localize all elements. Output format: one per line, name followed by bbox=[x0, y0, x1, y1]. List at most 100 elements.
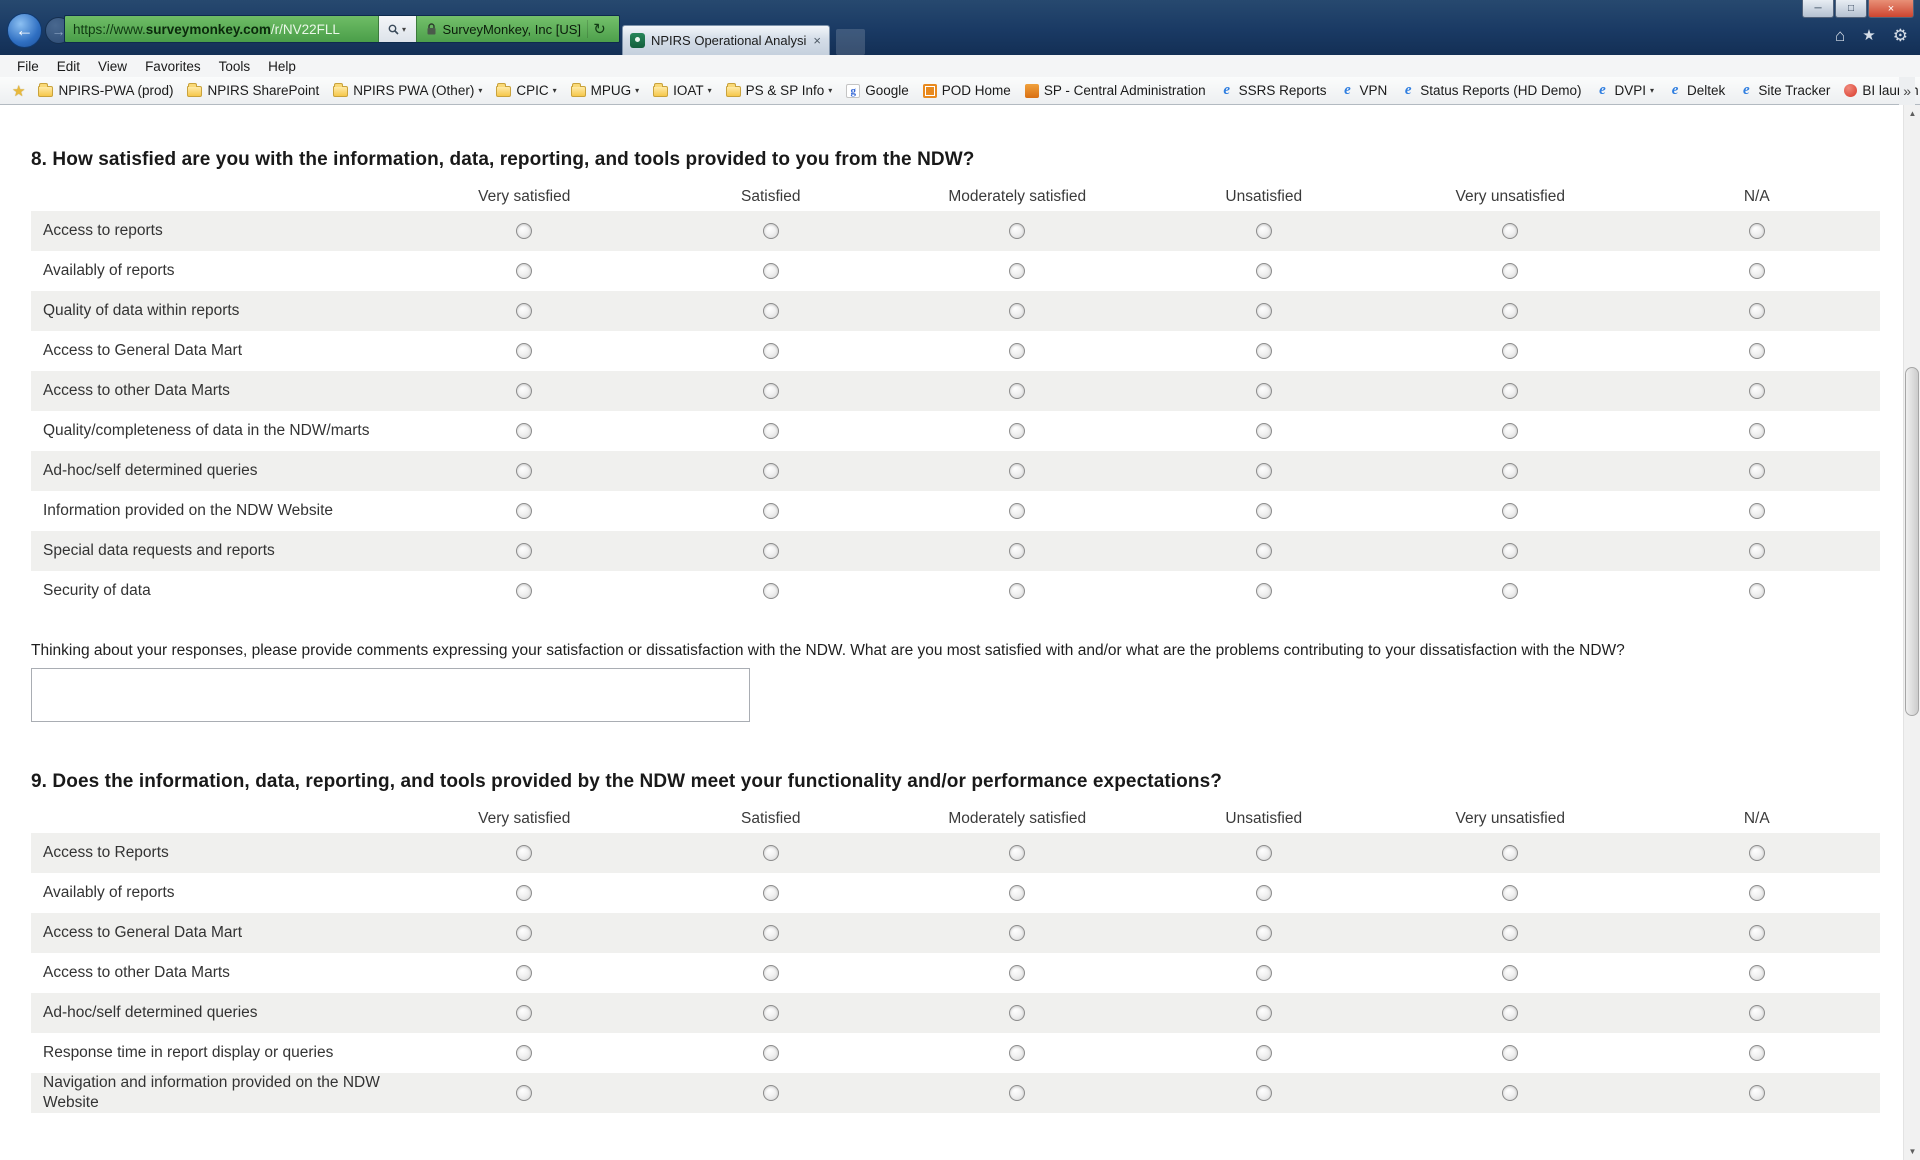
favorites-star-icon[interactable]: ★ bbox=[1862, 28, 1875, 43]
radio-button[interactable] bbox=[516, 583, 532, 599]
radio-button[interactable] bbox=[763, 263, 779, 279]
radio-button[interactable] bbox=[1009, 925, 1025, 941]
radio-button[interactable] bbox=[516, 383, 532, 399]
radio-button[interactable] bbox=[1009, 1045, 1025, 1061]
radio-button[interactable] bbox=[1502, 1085, 1518, 1101]
radio-button[interactable] bbox=[1749, 303, 1765, 319]
radio-button[interactable] bbox=[516, 263, 532, 279]
radio-button[interactable] bbox=[1749, 263, 1765, 279]
address-search-button[interactable]: ▾ bbox=[378, 16, 416, 42]
radio-button[interactable] bbox=[516, 925, 532, 941]
radio-button[interactable] bbox=[1502, 503, 1518, 519]
radio-button[interactable] bbox=[1256, 223, 1272, 239]
radio-button[interactable] bbox=[1502, 543, 1518, 559]
radio-button[interactable] bbox=[1009, 1005, 1025, 1021]
radio-button[interactable] bbox=[1502, 263, 1518, 279]
radio-button[interactable] bbox=[1256, 543, 1272, 559]
radio-button[interactable] bbox=[1749, 503, 1765, 519]
radio-button[interactable] bbox=[1749, 463, 1765, 479]
radio-button[interactable] bbox=[1502, 583, 1518, 599]
favorites-item[interactable]: SP - Central Administration bbox=[1018, 77, 1213, 104]
comment-textarea[interactable] bbox=[31, 668, 750, 722]
address-bar[interactable]: https://www.surveymonkey.com/r/NV22FLL ▾… bbox=[64, 15, 620, 43]
radio-button[interactable] bbox=[1256, 845, 1272, 861]
favorites-item[interactable]: eSSRS Reports bbox=[1213, 77, 1334, 104]
menu-view[interactable]: View bbox=[89, 59, 136, 74]
radio-button[interactable] bbox=[1749, 845, 1765, 861]
favorites-item[interactable]: eDVPI▾ bbox=[1589, 77, 1662, 104]
radio-button[interactable] bbox=[1502, 423, 1518, 439]
menu-edit[interactable]: Edit bbox=[48, 59, 89, 74]
back-button[interactable]: ← bbox=[7, 13, 42, 48]
radio-button[interactable] bbox=[1749, 423, 1765, 439]
radio-button[interactable] bbox=[1256, 463, 1272, 479]
radio-button[interactable] bbox=[1009, 583, 1025, 599]
radio-button[interactable] bbox=[1256, 343, 1272, 359]
radio-button[interactable] bbox=[763, 583, 779, 599]
radio-button[interactable] bbox=[1256, 885, 1272, 901]
radio-button[interactable] bbox=[516, 503, 532, 519]
radio-button[interactable] bbox=[1749, 383, 1765, 399]
vertical-scrollbar[interactable]: ▲ ▼ bbox=[1903, 105, 1920, 1160]
radio-button[interactable] bbox=[1256, 583, 1272, 599]
radio-button[interactable] bbox=[1256, 263, 1272, 279]
radio-button[interactable] bbox=[763, 383, 779, 399]
radio-button[interactable] bbox=[1009, 885, 1025, 901]
radio-button[interactable] bbox=[763, 503, 779, 519]
radio-button[interactable] bbox=[1749, 965, 1765, 981]
radio-button[interactable] bbox=[516, 845, 532, 861]
radio-button[interactable] bbox=[1749, 543, 1765, 559]
radio-button[interactable] bbox=[1502, 303, 1518, 319]
favorites-item[interactable]: eSite Tracker bbox=[1732, 77, 1837, 104]
radio-button[interactable] bbox=[1009, 1085, 1025, 1101]
radio-button[interactable] bbox=[1256, 1045, 1272, 1061]
radio-button[interactable] bbox=[1256, 1085, 1272, 1101]
radio-button[interactable] bbox=[1749, 223, 1765, 239]
radio-button[interactable] bbox=[1256, 383, 1272, 399]
scroll-down-button[interactable]: ▼ bbox=[1904, 1143, 1920, 1160]
radio-button[interactable] bbox=[763, 1045, 779, 1061]
favorites-item[interactable]: POD Home bbox=[916, 77, 1018, 104]
radio-button[interactable] bbox=[763, 845, 779, 861]
radio-button[interactable] bbox=[1749, 1085, 1765, 1101]
favorites-item[interactable]: NPIRS-PWA (prod) bbox=[31, 77, 180, 104]
security-badge[interactable]: SurveyMonkey, Inc [US] ↻ bbox=[416, 16, 619, 42]
menu-file[interactable]: File bbox=[8, 59, 48, 74]
radio-button[interactable] bbox=[1009, 503, 1025, 519]
radio-button[interactable] bbox=[1009, 543, 1025, 559]
radio-button[interactable] bbox=[516, 1005, 532, 1021]
maximize-button[interactable]: □ bbox=[1835, 0, 1867, 18]
radio-button[interactable] bbox=[1502, 965, 1518, 981]
radio-button[interactable] bbox=[1009, 463, 1025, 479]
radio-button[interactable] bbox=[516, 303, 532, 319]
radio-button[interactable] bbox=[763, 925, 779, 941]
new-tab-button[interactable] bbox=[836, 29, 865, 55]
radio-button[interactable] bbox=[1502, 223, 1518, 239]
radio-button[interactable] bbox=[1256, 303, 1272, 319]
radio-button[interactable] bbox=[1009, 845, 1025, 861]
radio-button[interactable] bbox=[1256, 925, 1272, 941]
radio-button[interactable] bbox=[1009, 223, 1025, 239]
radio-button[interactable] bbox=[1256, 503, 1272, 519]
radio-button[interactable] bbox=[516, 543, 532, 559]
radio-button[interactable] bbox=[1009, 423, 1025, 439]
radio-button[interactable] bbox=[1009, 965, 1025, 981]
radio-button[interactable] bbox=[1749, 925, 1765, 941]
favorites-item[interactable]: eDeltek bbox=[1661, 77, 1732, 104]
refresh-icon[interactable]: ↻ bbox=[587, 20, 611, 38]
browser-tab[interactable]: NPIRS Operational Analysis ... × bbox=[622, 25, 830, 55]
radio-button[interactable] bbox=[516, 463, 532, 479]
scrollbar-thumb[interactable] bbox=[1905, 367, 1919, 716]
radio-button[interactable] bbox=[516, 1085, 532, 1101]
radio-button[interactable] bbox=[763, 885, 779, 901]
radio-button[interactable] bbox=[1749, 1005, 1765, 1021]
radio-button[interactable] bbox=[763, 1005, 779, 1021]
radio-button[interactable] bbox=[1256, 423, 1272, 439]
radio-button[interactable] bbox=[763, 343, 779, 359]
radio-button[interactable] bbox=[1502, 925, 1518, 941]
radio-button[interactable] bbox=[1749, 885, 1765, 901]
radio-button[interactable] bbox=[1502, 845, 1518, 861]
radio-button[interactable] bbox=[763, 543, 779, 559]
radio-button[interactable] bbox=[1749, 1045, 1765, 1061]
radio-button[interactable] bbox=[516, 965, 532, 981]
